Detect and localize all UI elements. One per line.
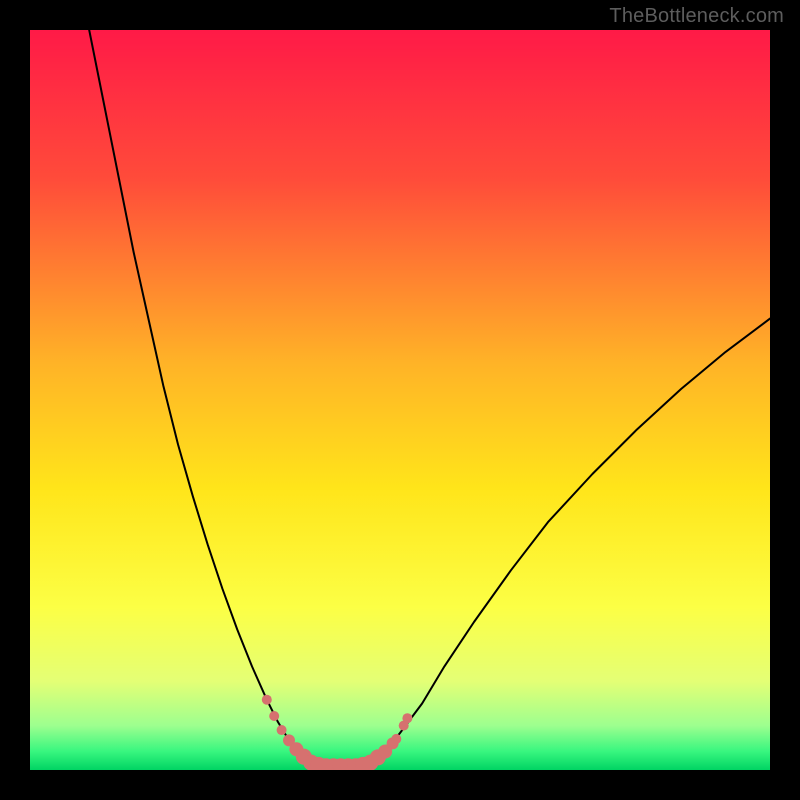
watermark-text: TheBottleneck.com — [609, 5, 784, 28]
highlight-dot — [277, 725, 287, 735]
highlight-dot — [269, 711, 279, 721]
curve-path — [89, 30, 770, 766]
outer-frame: TheBottleneck.com — [0, 0, 800, 800]
highlight-dot — [391, 734, 401, 744]
highlight-dot — [402, 713, 412, 723]
bottleneck-curve — [30, 30, 770, 770]
highlight-dot — [262, 695, 272, 705]
plot-area — [30, 30, 770, 770]
